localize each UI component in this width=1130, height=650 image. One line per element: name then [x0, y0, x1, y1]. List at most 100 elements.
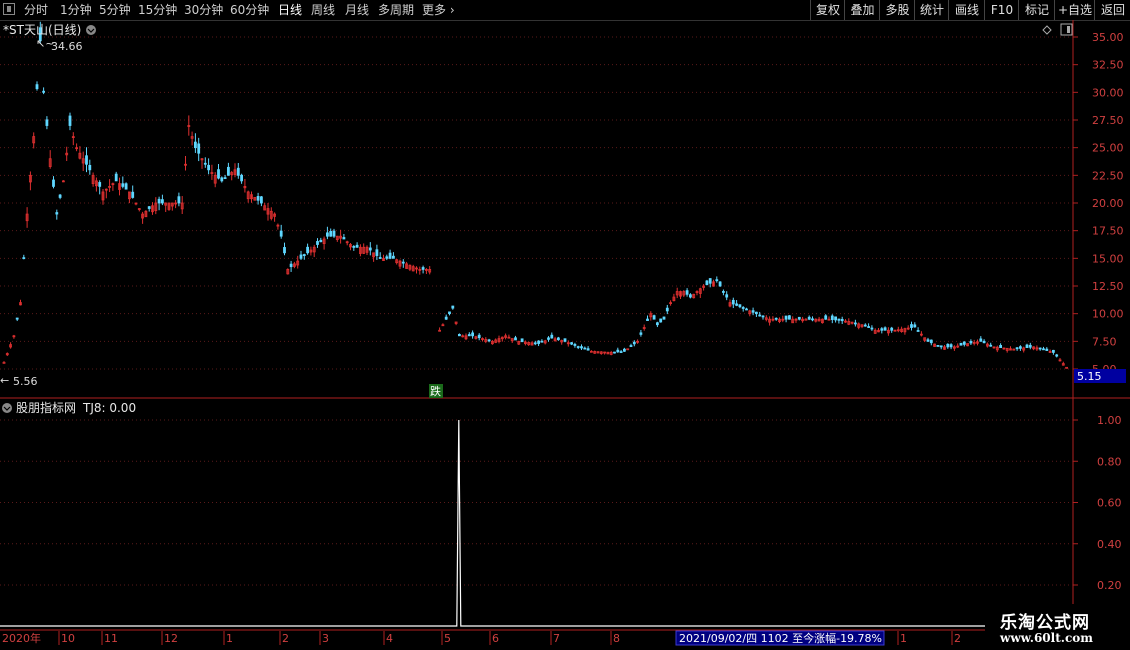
menu-icon[interactable]	[3, 3, 15, 15]
candle-body	[391, 255, 395, 259]
panel-toggle-icon[interactable]	[1060, 23, 1073, 36]
indicator-line	[0, 419, 985, 627]
watermark-title: 乐淘公式网	[1000, 613, 1090, 633]
candle-body	[639, 332, 643, 335]
period-multi[interactable]: 多周期	[378, 0, 414, 20]
candle-body	[1045, 348, 1049, 351]
candle-body	[557, 337, 560, 341]
indicator-value: TJ8: 0.00	[82, 401, 136, 415]
month-label: 6	[492, 632, 499, 645]
candle-body	[223, 177, 227, 180]
candle-body	[240, 174, 244, 182]
last-price: 5.15	[1077, 370, 1102, 383]
candle-body	[959, 342, 963, 346]
candle-body	[289, 263, 293, 268]
candle-body	[467, 334, 471, 337]
month-label: 5	[444, 632, 451, 645]
candle-body	[550, 334, 554, 339]
add-watchlist-button[interactable]: +自选	[1054, 0, 1095, 20]
candle-body	[306, 246, 310, 254]
month-label: 11	[104, 632, 118, 645]
period-minute[interactable]: 分时	[24, 0, 48, 20]
chart-canvas: 5.007.5010.0012.5015.0017.5020.0022.5025…	[0, 20, 1130, 646]
y-tick-label: 22.50	[1092, 169, 1124, 182]
candles	[2, 21, 1068, 369]
candle-body	[342, 237, 346, 240]
y-tick-label: 17.50	[1092, 225, 1124, 238]
candle-body	[982, 340, 986, 344]
month-label: 1	[900, 632, 907, 645]
adjust-button[interactable]: 复权	[810, 0, 845, 20]
candle-body	[685, 290, 689, 295]
candle-body	[1025, 344, 1029, 349]
period-daily[interactable]: 日线	[278, 0, 302, 20]
candle-body	[890, 327, 894, 331]
candle-body	[830, 315, 834, 320]
candle-body	[570, 342, 573, 345]
y-tick-label: 35.00	[1092, 31, 1124, 44]
main-y-axis: 5.007.5010.0012.5015.0017.5020.0022.5025…	[1073, 31, 1124, 376]
candle-body	[52, 179, 55, 187]
multi-stock-button[interactable]: 多股	[879, 0, 915, 20]
candle-body	[619, 351, 623, 353]
candle-body	[332, 230, 336, 237]
y-tick-label: 30.00	[1092, 86, 1124, 99]
candle-body	[880, 328, 884, 331]
candle-body	[916, 330, 920, 332]
candle-body	[279, 230, 283, 237]
candle-body	[131, 191, 135, 198]
candle-body	[580, 346, 583, 349]
candle-body	[448, 311, 451, 315]
candle-body	[969, 341, 973, 344]
overlay-button[interactable]: 叠加	[844, 0, 880, 20]
candle-body	[1055, 354, 1059, 357]
candle-body	[979, 338, 983, 342]
candle-body	[646, 318, 649, 321]
candle-body	[477, 334, 481, 339]
indicator-dropdown-icon[interactable]	[2, 403, 12, 413]
y-tick-label: 15.00	[1092, 252, 1124, 265]
high-annotation: 34.66	[51, 40, 83, 53]
back-button[interactable]: 返回	[1094, 0, 1130, 20]
mark-button[interactable]: 标记	[1018, 0, 1055, 20]
candle-body	[157, 198, 161, 204]
candle-body	[203, 162, 207, 165]
period-60min[interactable]: 60分钟	[230, 0, 269, 20]
candle-body	[623, 348, 626, 352]
candle-body	[1038, 347, 1042, 350]
period-more[interactable]: 更多 ›	[422, 0, 455, 20]
candle-body	[718, 281, 722, 287]
candle-body	[378, 257, 382, 259]
dropdown-icon[interactable]	[86, 25, 96, 35]
y-tick-label: 12.50	[1092, 280, 1124, 293]
period-5min[interactable]: 5分钟	[99, 0, 131, 20]
candle-body	[45, 119, 49, 126]
period-monthly[interactable]: 月线	[345, 0, 369, 20]
candle-body	[58, 194, 62, 198]
period-15min[interactable]: 15分钟	[138, 0, 177, 20]
candle-body	[913, 324, 917, 328]
stats-button[interactable]: 统计	[914, 0, 949, 20]
toolbar: 分时 1分钟 5分钟 15分钟 30分钟 60分钟 日线 周线 月线 多周期 更…	[0, 0, 1130, 21]
diamond-icon[interactable]	[1042, 25, 1052, 35]
candle-body	[946, 343, 950, 348]
low-annotation-arrow: ←	[0, 374, 9, 387]
candle-body	[98, 182, 102, 187]
month-label: 10	[61, 632, 75, 645]
candle-body	[259, 196, 263, 204]
draw-button[interactable]: 画线	[948, 0, 985, 20]
f10-button[interactable]: F10	[984, 0, 1019, 20]
period-30min[interactable]: 30分钟	[184, 0, 223, 20]
candle-body	[88, 164, 92, 171]
candle-body	[840, 318, 844, 322]
candle-body	[929, 339, 933, 344]
candle-body	[708, 278, 712, 284]
period-1min[interactable]: 1分钟	[60, 0, 92, 20]
candle-body	[514, 337, 517, 341]
candle-body	[751, 310, 755, 313]
indicator-series	[0, 419, 985, 627]
candle-body	[121, 183, 125, 187]
candle-body	[355, 244, 359, 248]
candle-body	[586, 348, 590, 351]
period-weekly[interactable]: 周线	[311, 0, 335, 20]
